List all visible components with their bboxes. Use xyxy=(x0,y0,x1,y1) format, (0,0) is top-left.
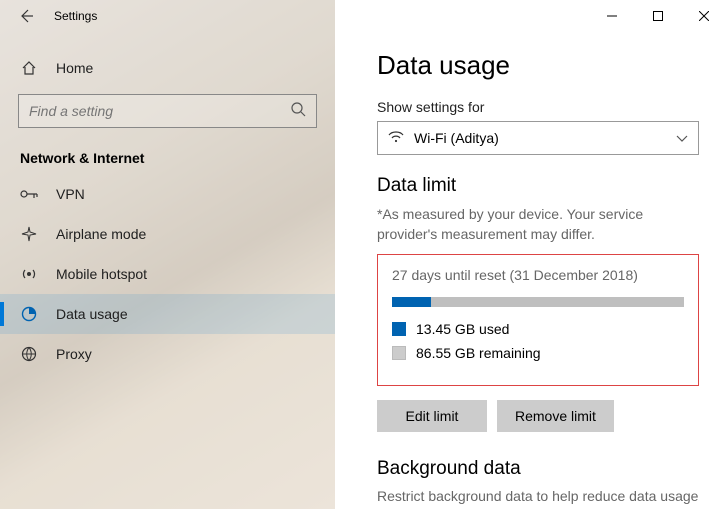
nav-label: Proxy xyxy=(56,346,92,362)
remove-limit-button[interactable]: Remove limit xyxy=(497,400,614,432)
reset-text: 27 days until reset (31 December 2018) xyxy=(392,267,684,283)
search-box[interactable] xyxy=(18,94,317,128)
background-data-note: Restrict background data to help reduce … xyxy=(377,488,699,504)
network-selected: Wi-Fi (Aditya) xyxy=(414,130,499,146)
usage-progress xyxy=(392,297,684,307)
swatch-remaining xyxy=(392,346,406,360)
home-icon xyxy=(20,60,38,76)
wifi-icon xyxy=(388,130,404,146)
back-button[interactable] xyxy=(18,8,34,24)
show-for-label: Show settings for xyxy=(377,99,699,115)
data-limit-box: 27 days until reset (31 December 2018) 1… xyxy=(377,254,699,386)
data-usage-icon xyxy=(20,306,38,322)
nav-label: Mobile hotspot xyxy=(56,266,147,282)
usage-progress-fill xyxy=(392,297,431,307)
proxy-icon xyxy=(20,346,38,362)
nav-label: Airplane mode xyxy=(56,226,146,242)
main-content: Data usage Show settings for Wi-Fi (Adit… xyxy=(335,0,727,509)
hotspot-icon xyxy=(20,266,38,282)
search-icon xyxy=(290,101,306,122)
sidebar-item-proxy[interactable]: Proxy xyxy=(0,334,335,374)
maximize-button[interactable] xyxy=(635,0,681,32)
used-text: 13.45 GB used xyxy=(416,321,509,337)
data-limit-note: *As measured by your device. Your servic… xyxy=(377,205,699,244)
window-title: Settings xyxy=(54,9,97,23)
minimize-button[interactable] xyxy=(589,0,635,32)
home-label: Home xyxy=(56,60,93,76)
remaining-text: 86.55 GB remaining xyxy=(416,345,541,361)
swatch-used xyxy=(392,322,406,336)
legend-used: 13.45 GB used xyxy=(392,321,684,337)
sidebar-item-airplane[interactable]: Airplane mode xyxy=(0,214,335,254)
edit-limit-button[interactable]: Edit limit xyxy=(377,400,487,432)
search-input[interactable] xyxy=(29,103,290,119)
data-limit-title: Data limit xyxy=(377,175,699,197)
chevron-down-icon xyxy=(676,130,688,146)
legend-remaining: 86.55 GB remaining xyxy=(392,345,684,361)
nav-label: Data usage xyxy=(56,306,128,322)
network-dropdown[interactable]: Wi-Fi (Aditya) xyxy=(377,121,699,155)
sidebar-item-data-usage[interactable]: Data usage xyxy=(0,294,335,334)
close-button[interactable] xyxy=(681,0,727,32)
nav-label: VPN xyxy=(56,186,85,202)
sidebar: Home Network & Internet VPN Airplane mod… xyxy=(0,0,335,509)
vpn-icon xyxy=(20,186,38,202)
home-link[interactable]: Home xyxy=(0,50,335,86)
background-data-title: Background data xyxy=(377,458,699,480)
section-title: Network & Internet xyxy=(0,140,335,174)
page-title: Data usage xyxy=(377,50,699,81)
sidebar-item-vpn[interactable]: VPN xyxy=(0,174,335,214)
airplane-icon xyxy=(20,226,38,242)
sidebar-item-hotspot[interactable]: Mobile hotspot xyxy=(0,254,335,294)
